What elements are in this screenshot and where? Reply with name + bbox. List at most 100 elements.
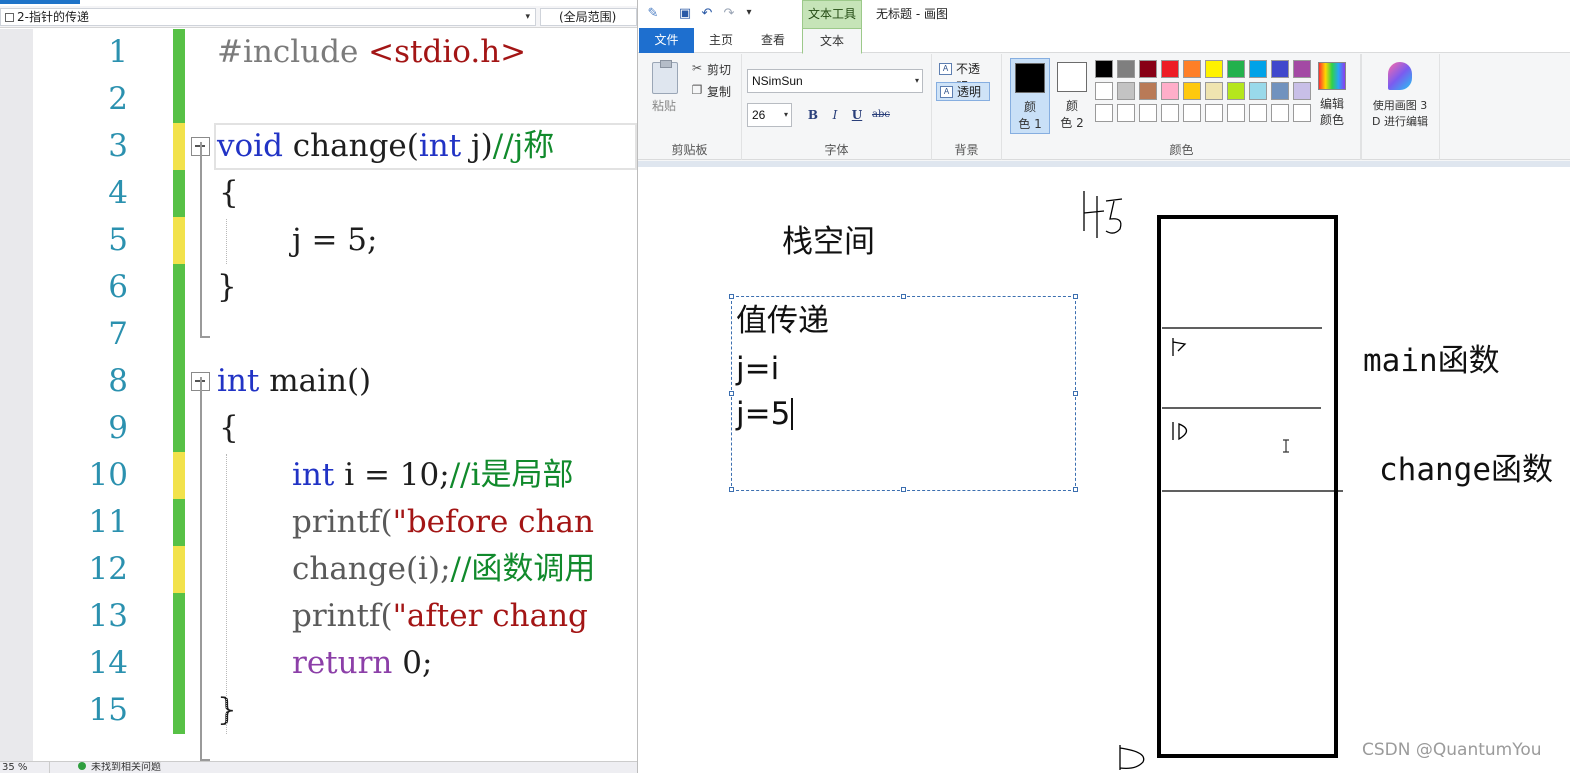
code-line-4[interactable]: 4 { [0,170,637,217]
resize-handle[interactable] [901,487,906,492]
palette-swatch[interactable] [1095,82,1113,100]
textbox-line-3: j=5 [736,394,794,434]
font-family-select[interactable]: NSimSun ▾ [747,69,923,93]
palette-swatch[interactable] [1117,82,1135,100]
palette-swatch[interactable] [1271,60,1289,78]
paste-button[interactable]: 粘贴 [652,97,676,114]
resize-handle[interactable] [1073,487,1078,492]
editor-tab-indicator [0,0,80,4]
code-text: printf("after chang [292,598,588,634]
resize-handle[interactable] [1073,294,1078,299]
paint-app-icon[interactable]: ✎ [646,6,660,20]
code-line-11[interactable]: 11 printf("before chan [0,499,637,546]
cut-button[interactable]: 剪切 [707,61,731,78]
fold-guide-main [200,377,202,761]
file-dropdown[interactable]: 2-指针的传递 ▾ [0,8,536,26]
code-text: #include <stdio.h> [217,34,527,70]
resize-handle[interactable] [729,487,734,492]
undo-icon[interactable]: ↶ [700,6,714,20]
zoom-dropdown[interactable]: 35 % [0,762,50,773]
edit-colors-button[interactable]: 编辑 颜色 [1312,60,1352,130]
code-line-9[interactable]: 9 { [0,405,637,452]
transparent-option[interactable]: A 透明 [936,82,990,101]
palette-swatch[interactable] [1227,82,1245,100]
palette-swatch[interactable] [1271,82,1289,100]
code-line-6[interactable]: 6 } [0,264,637,311]
tab-file[interactable]: 文件 [639,28,694,53]
code-editor[interactable]: 2-指针的传递 ▾ (全局范围) 1 #include <stdio.h> 2 … [0,0,637,773]
palette-swatch[interactable] [1095,104,1113,122]
bold-button[interactable]: B [804,106,822,124]
code-line-5[interactable]: 5 j = 5; [0,217,637,264]
code-line-3[interactable]: 3 void change(int j)//j称 [0,123,637,170]
code-line-14[interactable]: 14 return 0; [0,640,637,687]
palette-swatch[interactable] [1227,104,1245,122]
line-number: 5 [108,222,128,258]
scope-dropdown[interactable]: (全局范围) [540,8,637,26]
strikethrough-button[interactable]: abc [870,106,892,124]
palette-swatch[interactable] [1293,60,1311,78]
palette-swatch[interactable] [1205,82,1223,100]
palette-swatch[interactable] [1227,60,1245,78]
line-number: 7 [108,316,128,352]
change-marker [173,170,185,217]
customize-toolbar-icon[interactable]: ▾ [742,6,756,20]
paste-icon[interactable] [652,60,678,94]
palette-swatch[interactable] [1249,104,1267,122]
issues-text: 未找到相关问题 [91,762,161,773]
change-marker [173,264,185,311]
palette-swatch[interactable] [1293,104,1311,122]
change-marker [173,405,185,452]
code-line-8[interactable]: 8 int main() [0,358,637,405]
color2-button[interactable]: 颜 色 2 [1052,58,1092,134]
palette-swatch[interactable] [1161,82,1179,100]
palette-swatch[interactable] [1205,60,1223,78]
underline-button[interactable]: U [848,106,866,124]
palette-swatch[interactable] [1095,60,1113,78]
tab-text[interactable]: 文本 [802,28,862,54]
tab-view[interactable]: 查看 [748,28,798,53]
palette-swatch[interactable] [1139,82,1157,100]
palette-swatch[interactable] [1139,60,1157,78]
resize-handle[interactable] [1073,391,1078,396]
palette-swatch[interactable] [1271,104,1289,122]
palette-swatch[interactable] [1249,60,1267,78]
copy-button[interactable]: 复制 [707,83,731,100]
colors-group-label: 颜色 [1169,143,1194,157]
palette-swatch[interactable] [1161,104,1179,122]
palette-swatch[interactable] [1183,60,1201,78]
edit-with-paint3d-button[interactable]: 使用画图 3 D 进行编辑 [1362,60,1438,130]
code-line-13[interactable]: 13 printf("after chang [0,593,637,640]
save-icon[interactable]: ▣ [678,6,692,20]
opaque-option[interactable]: A不透明 [936,60,990,94]
line-number: 10 [88,457,128,493]
issues-indicator[interactable]: 未找到相关问题 [78,762,161,773]
color1-button[interactable]: 颜 色 1 [1010,58,1050,134]
italic-button[interactable]: I [826,106,844,124]
code-line-12[interactable]: 12 change(i);//函数调用 [0,546,637,593]
palette-swatch[interactable] [1117,60,1135,78]
line-number: 14 [88,645,128,681]
resize-handle[interactable] [901,294,906,299]
line-number: 3 [108,128,128,164]
palette-swatch[interactable] [1205,104,1223,122]
code-line-7[interactable]: 7 [0,311,637,358]
palette-swatch[interactable] [1139,104,1157,122]
code-line-2[interactable]: 2 [0,76,637,123]
palette-swatch[interactable] [1249,82,1267,100]
code-line-10[interactable]: 10 int i = 10;//i是局部 [0,452,637,499]
resize-handle[interactable] [729,391,734,396]
palette-swatch[interactable] [1117,104,1135,122]
palette-swatch[interactable] [1161,60,1179,78]
tab-home[interactable]: 主页 [696,28,746,53]
code-line-1[interactable]: 1 #include <stdio.h> [0,29,637,76]
color2-label-1: 颜 [1065,99,1078,113]
palette-swatch[interactable] [1183,82,1201,100]
resize-handle[interactable] [729,294,734,299]
code-line-15[interactable]: 15 } [0,687,637,734]
font-size-select[interactable]: 26 ▾ [747,103,792,127]
palette-swatch[interactable] [1293,82,1311,100]
palette-swatch[interactable] [1183,104,1201,122]
text-box[interactable]: 值传递 j=i j=5 [729,294,1078,492]
redo-icon[interactable]: ↷ [722,6,736,20]
